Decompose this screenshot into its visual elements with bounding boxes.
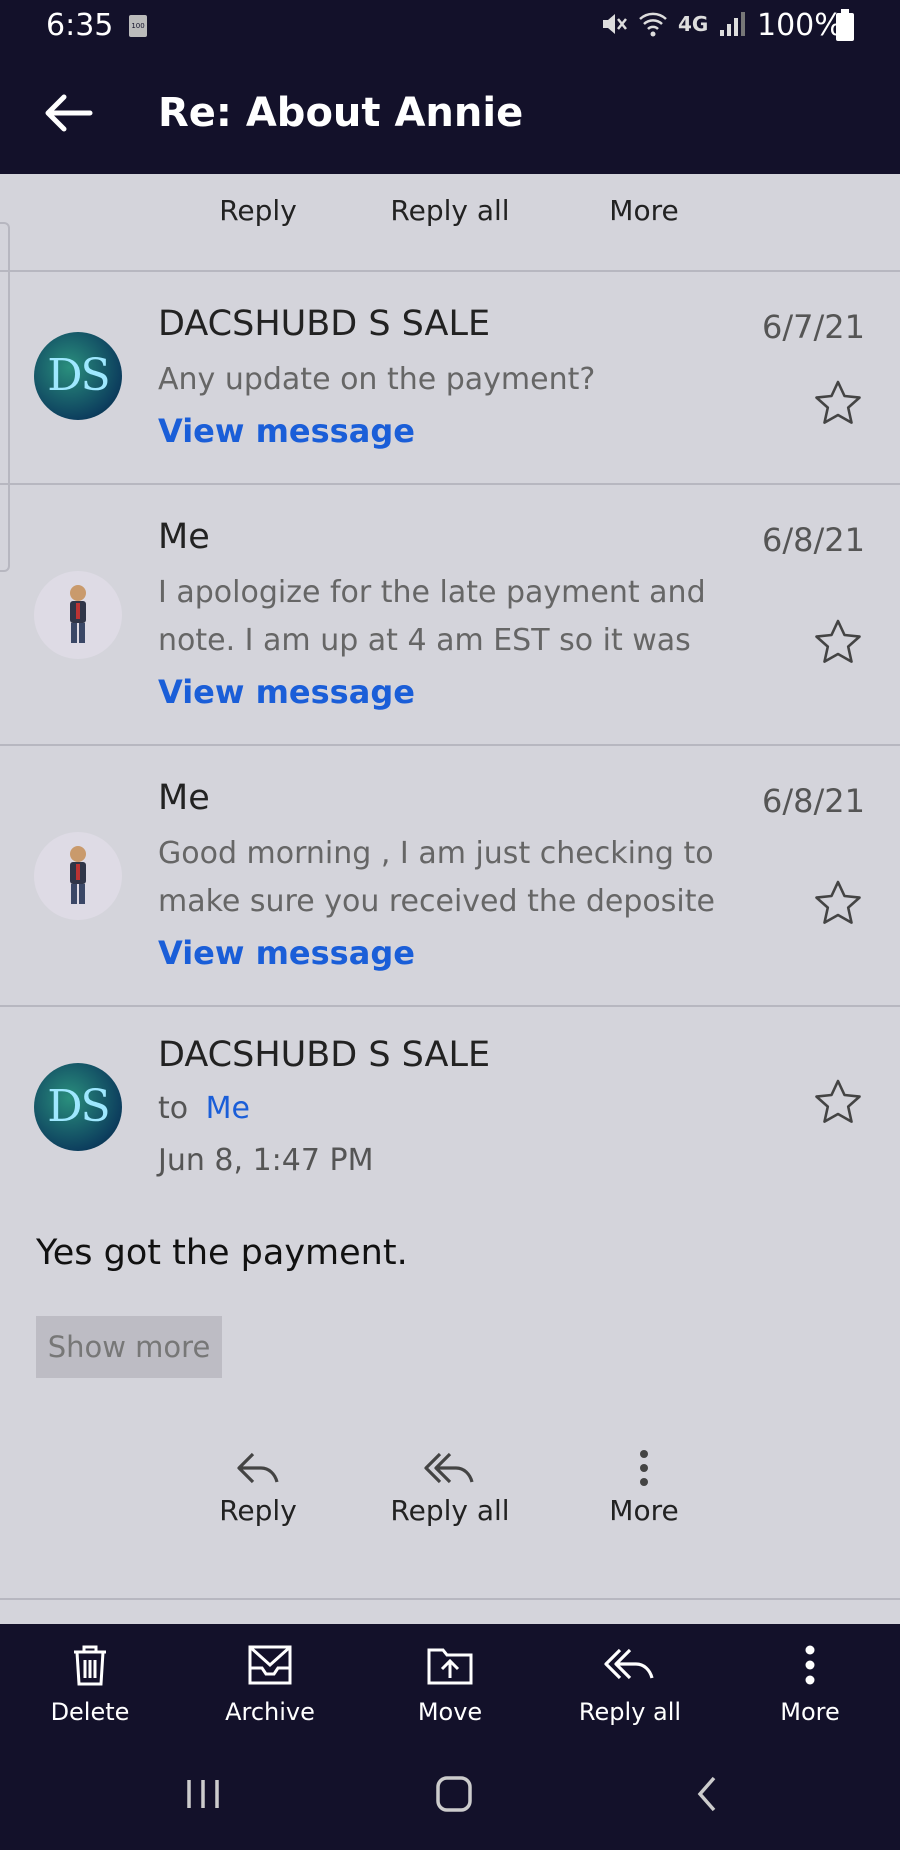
mute-icon <box>603 14 627 34</box>
reply-all-toolbar-button[interactable]: Reply all <box>565 1642 695 1726</box>
message-preview-line: Good morning , I am just checking to <box>158 836 714 871</box>
person-avatar-icon <box>70 846 86 904</box>
avatar <box>34 832 122 920</box>
avatar-initials: DS <box>47 1081 110 1132</box>
archive-button[interactable]: Archive <box>205 1642 335 1726</box>
reply-all-button[interactable]: Reply all <box>380 1448 520 1527</box>
battery-icon <box>836 9 854 41</box>
scroll-edge-indicator <box>0 222 10 572</box>
reply-all-label: Reply all <box>390 194 510 227</box>
sender-name: DACSHUBD S SALE <box>158 304 491 344</box>
reply-all-label: Reply all <box>578 1698 682 1726</box>
message-datetime: Jun 8, 1:47 PM <box>158 1143 374 1178</box>
system-navigation-bar <box>0 1744 900 1850</box>
view-message-link[interactable]: View message <box>158 412 415 450</box>
avatar <box>34 571 122 659</box>
previous-message-actions: Reply Reply all More <box>0 174 900 272</box>
avatar: DS <box>34 1063 122 1151</box>
more-label: More <box>609 1494 679 1527</box>
avatar-initials: DS <box>47 350 110 401</box>
archive-icon <box>248 1645 292 1685</box>
recent-apps-icon[interactable] <box>183 1776 223 1812</box>
message-preview-line: note. I am up at 4 am EST so it was <box>158 623 691 658</box>
show-more-button[interactable]: Show more <box>36 1316 222 1378</box>
home-icon[interactable] <box>434 1774 474 1814</box>
more-button-top[interactable]: More <box>594 194 694 227</box>
move-folder-icon <box>427 1648 473 1685</box>
app-bar: Re: About Annie <box>0 54 900 174</box>
more-button[interactable]: More <box>594 1448 694 1527</box>
message-preview-line: I apologize for the late payment and <box>158 575 706 610</box>
status-bar: 6:35 100 4G 100% <box>0 0 900 54</box>
sender-name: DACSHUBD S SALE <box>158 1035 491 1075</box>
thread-scroll-area[interactable]: Reply Reply all More DS DACSHUBD S SALE … <box>0 174 900 1624</box>
message-date: 6/8/21 <box>762 521 865 559</box>
back-arrow-icon[interactable] <box>40 89 96 137</box>
move-button[interactable]: Move <box>385 1642 515 1726</box>
archive-label: Archive <box>225 1698 315 1726</box>
message-preview-line: make sure you received the deposite <box>158 884 715 919</box>
page-title: Re: About Annie <box>158 90 524 136</box>
view-message-link[interactable]: View message <box>158 934 415 972</box>
view-message-link[interactable]: View message <box>158 673 415 711</box>
sim-card-icon: 100 <box>129 15 147 37</box>
back-nav-icon[interactable] <box>692 1774 722 1814</box>
reply-all-label: Reply all <box>390 1494 510 1527</box>
star-icon[interactable] <box>812 617 864 669</box>
more-vertical-icon <box>640 1450 648 1486</box>
delete-label: Delete <box>50 1698 130 1726</box>
to-label: to <box>158 1091 189 1126</box>
person-avatar-icon <box>70 585 86 643</box>
collapsed-message[interactable]: Me 6/8/21 Good morning , I am just check… <box>0 746 900 1007</box>
star-icon[interactable] <box>812 378 864 430</box>
reply-icon <box>237 1452 279 1484</box>
more-label: More <box>780 1698 840 1726</box>
reply-label: Reply <box>219 194 297 227</box>
reply-label: Reply <box>219 1494 297 1527</box>
reply-all-button-top[interactable]: Reply all <box>380 194 520 227</box>
message-preview: Any update on the payment? <box>158 362 596 397</box>
message-date: 6/8/21 <box>762 782 865 820</box>
status-time: 6:35 <box>46 8 114 43</box>
expanded-message: DS DACSHUBD S SALE to Me Jun 8, 1:47 PM … <box>0 1007 900 1600</box>
status-icons: 4G <box>600 10 746 38</box>
network-type: 4G <box>678 12 709 36</box>
move-label: Move <box>417 1698 483 1726</box>
reply-all-icon <box>604 1648 654 1680</box>
reply-button[interactable]: Reply <box>208 1448 308 1527</box>
star-icon[interactable] <box>812 1077 864 1129</box>
reply-button-top[interactable]: Reply <box>208 194 308 227</box>
more-vertical-icon <box>805 1645 815 1685</box>
sender-name: Me <box>158 517 210 557</box>
sender-name: Me <box>158 778 210 818</box>
more-label: More <box>609 194 679 227</box>
recipient-link[interactable]: Me <box>206 1091 250 1126</box>
star-icon[interactable] <box>812 878 864 930</box>
collapsed-message[interactable]: DS DACSHUBD S SALE 6/7/21 Any update on … <box>0 272 900 485</box>
delete-button[interactable]: Delete <box>25 1642 155 1726</box>
more-toolbar-button[interactable]: More <box>745 1642 875 1726</box>
message-date: 6/7/21 <box>762 308 865 346</box>
message-body: Yes got the payment. <box>36 1233 408 1273</box>
recipient-line: to Me <box>158 1091 250 1126</box>
battery-percent: 100% <box>757 8 843 43</box>
email-thread-screen: 6:35 100 4G 100% Re: About Annie Reply R… <box>0 0 900 1850</box>
collapsed-message[interactable]: Me 6/8/21 I apologize for the late payme… <box>0 485 900 746</box>
avatar: DS <box>34 332 122 420</box>
wifi-icon <box>639 12 667 37</box>
signal-icon <box>720 12 746 36</box>
bottom-toolbar: Delete Archive Move Reply all More <box>0 1624 900 1744</box>
reply-all-icon <box>424 1452 474 1484</box>
trash-icon <box>74 1645 106 1686</box>
